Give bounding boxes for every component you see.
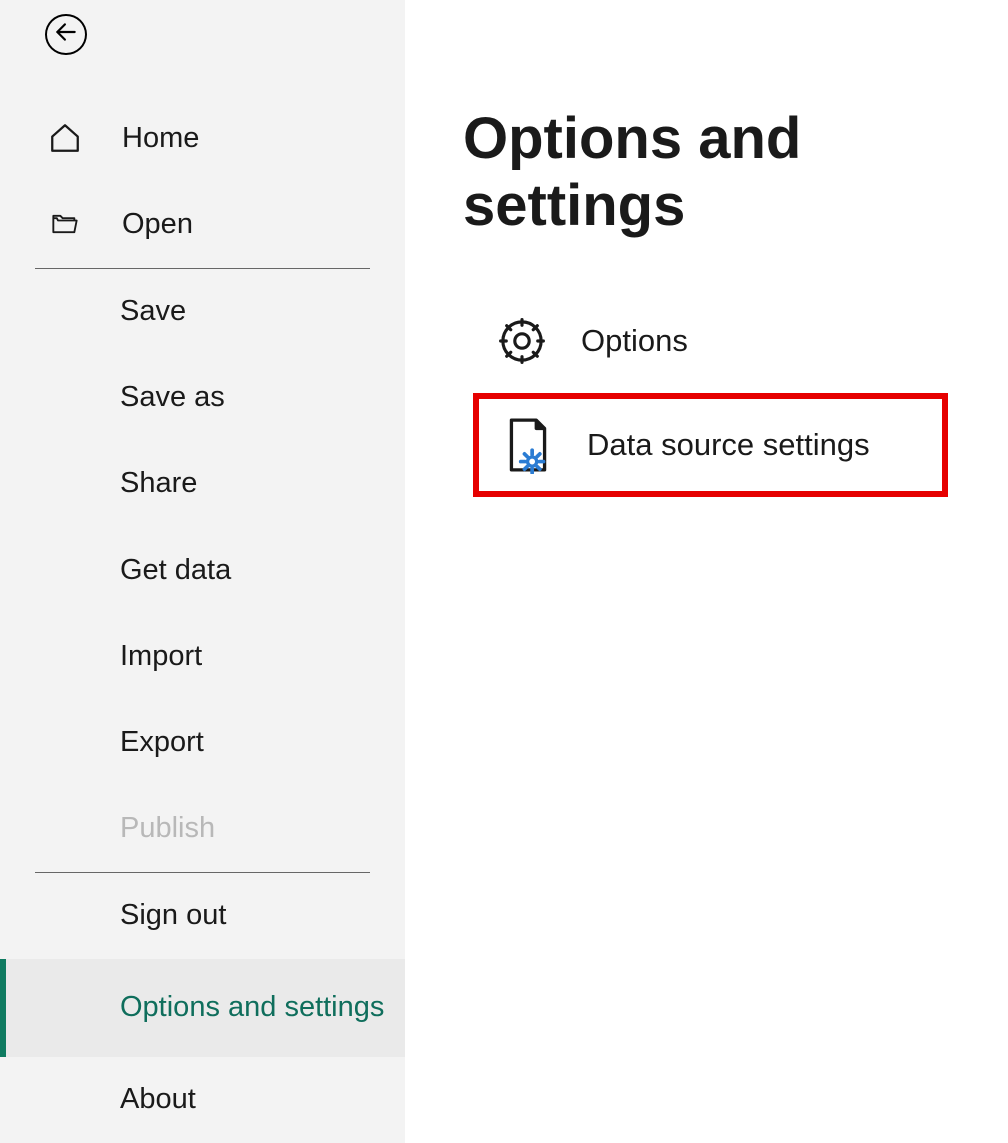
option-data-source-settings[interactable]: Data source settings (473, 393, 948, 497)
option-options[interactable]: Options (473, 289, 948, 393)
sidebar-item-label: Save (120, 295, 186, 328)
sidebar-item-label: Publish (120, 812, 215, 845)
sidebar-item-label: Get data (120, 554, 231, 587)
sidebar-item-label: Options and settings (120, 989, 384, 1027)
sidebar-item-label: About (120, 1083, 196, 1116)
sidebar-item-share[interactable]: Share (0, 441, 405, 527)
sidebar: Home Open Save Save as Share Get data Im… (0, 0, 405, 1143)
sidebar-item-label: Home (122, 122, 199, 155)
option-label: Options (581, 323, 688, 359)
sidebar-item-label: Save as (120, 381, 225, 414)
sidebar-item-label: Export (120, 726, 204, 759)
sidebar-item-label: Open (122, 208, 193, 241)
sidebar-item-label: Share (120, 467, 197, 500)
sidebar-item-about[interactable]: About (0, 1057, 405, 1143)
sidebar-item-save-as[interactable]: Save as (0, 355, 405, 441)
document-gear-icon (501, 416, 555, 474)
main-content: Options and settings Options (405, 0, 1008, 1143)
sidebar-item-publish: Publish (0, 786, 405, 872)
home-icon (48, 121, 82, 155)
option-label: Data source settings (587, 427, 870, 463)
sidebar-item-open[interactable]: Open (0, 181, 405, 267)
back-button[interactable] (45, 14, 87, 55)
arrow-left-icon (53, 19, 79, 50)
sidebar-item-import[interactable]: Import (0, 613, 405, 699)
page-title: Options and settings (463, 105, 1008, 239)
sidebar-item-home[interactable]: Home (0, 95, 405, 181)
sidebar-item-sign-out[interactable]: Sign out (0, 873, 405, 959)
sidebar-item-label: Sign out (120, 899, 226, 932)
sidebar-item-export[interactable]: Export (0, 699, 405, 785)
folder-icon (48, 207, 82, 241)
sidebar-item-save[interactable]: Save (0, 269, 405, 355)
sidebar-item-label: Import (120, 640, 202, 673)
gear-icon (495, 312, 549, 370)
sidebar-item-options-settings[interactable]: Options and settings (0, 959, 405, 1057)
sidebar-item-get-data[interactable]: Get data (0, 527, 405, 613)
